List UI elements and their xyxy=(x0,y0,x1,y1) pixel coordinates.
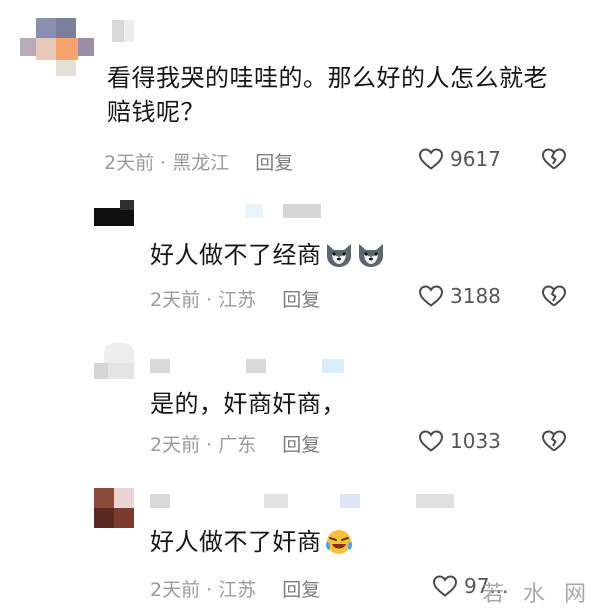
comment-text: 看得我哭的哇哇的。那么好的人怎么就老赔钱呢？ xyxy=(107,64,548,126)
like-count: 9617 xyxy=(450,147,501,171)
username-blurred[interactable] xyxy=(112,20,142,42)
avatar[interactable] xyxy=(94,488,134,528)
like-button[interactable]: 1033 xyxy=(418,429,501,453)
username-blurred[interactable] xyxy=(150,359,350,373)
broken-heart-icon xyxy=(542,148,566,170)
username-blurred[interactable] xyxy=(150,494,460,508)
watermark: 若 水 网 xyxy=(482,582,592,607)
comment-meta: 2天前 · 江苏 回复 xyxy=(150,575,320,602)
reply-button[interactable]: 回复 xyxy=(282,575,320,602)
broken-heart-icon xyxy=(542,430,566,452)
avatar[interactable] xyxy=(94,343,134,379)
heart-outline-icon xyxy=(432,575,458,597)
reply-button[interactable]: 回复 xyxy=(282,285,320,312)
like-count: 3188 xyxy=(450,284,501,308)
avatar[interactable] xyxy=(94,200,134,230)
comment-meta: 2天前 · 黑龙江 回复 xyxy=(104,148,293,175)
like-button[interactable]: 3188 xyxy=(418,284,501,308)
dislike-button[interactable] xyxy=(541,284,567,312)
username-blurred[interactable] xyxy=(245,204,325,218)
time-location: 2天前 · 江苏 xyxy=(150,289,257,311)
husky-dog-emoji-icon xyxy=(358,244,383,267)
reply-button[interactable]: 回复 xyxy=(255,148,293,175)
like-count: 1033 xyxy=(450,429,501,453)
comment-3: 是的，奸商奸商， 2天前 · 广东 回复 1033 xyxy=(0,335,600,480)
comment-2: 好人做不了经商 2天前 · 江苏 回复 3188 xyxy=(0,190,600,335)
dislike-button[interactable] xyxy=(541,147,567,175)
time-location: 2天前 · 江苏 xyxy=(150,579,257,601)
avatar[interactable] xyxy=(20,14,94,78)
comment-text: 是的，奸商奸商， xyxy=(150,390,346,418)
time-location: 2天前 · 广东 xyxy=(150,434,257,456)
heart-outline-icon xyxy=(418,148,444,170)
heart-outline-icon xyxy=(418,285,444,307)
comment-text-content: 好人做不了经商 xyxy=(150,241,322,269)
laughing-crying-emoji-icon xyxy=(325,530,352,554)
reply-button[interactable]: 回复 xyxy=(282,430,320,457)
heart-outline-icon xyxy=(418,430,444,452)
husky-dog-emoji-icon xyxy=(326,244,351,267)
comment-meta: 2天前 · 广东 回复 xyxy=(150,430,320,457)
like-button[interactable]: 9617 xyxy=(418,147,501,171)
comment-meta: 2天前 · 江苏 回复 xyxy=(150,285,320,312)
broken-heart-icon xyxy=(542,285,566,307)
dislike-button[interactable] xyxy=(541,429,567,457)
comment-text: 好人做不了奸商 xyxy=(150,525,450,559)
time-location: 2天前 · 黑龙江 xyxy=(104,152,230,174)
comment-1: 看得我哭的哇哇的。那么好的人怎么就老赔钱呢？ 2天前 · 黑龙江 回复 9617 xyxy=(0,0,600,190)
comment-text: 好人做不了经商 xyxy=(150,238,450,272)
comment-text-content: 好人做不了奸商 xyxy=(150,528,322,556)
